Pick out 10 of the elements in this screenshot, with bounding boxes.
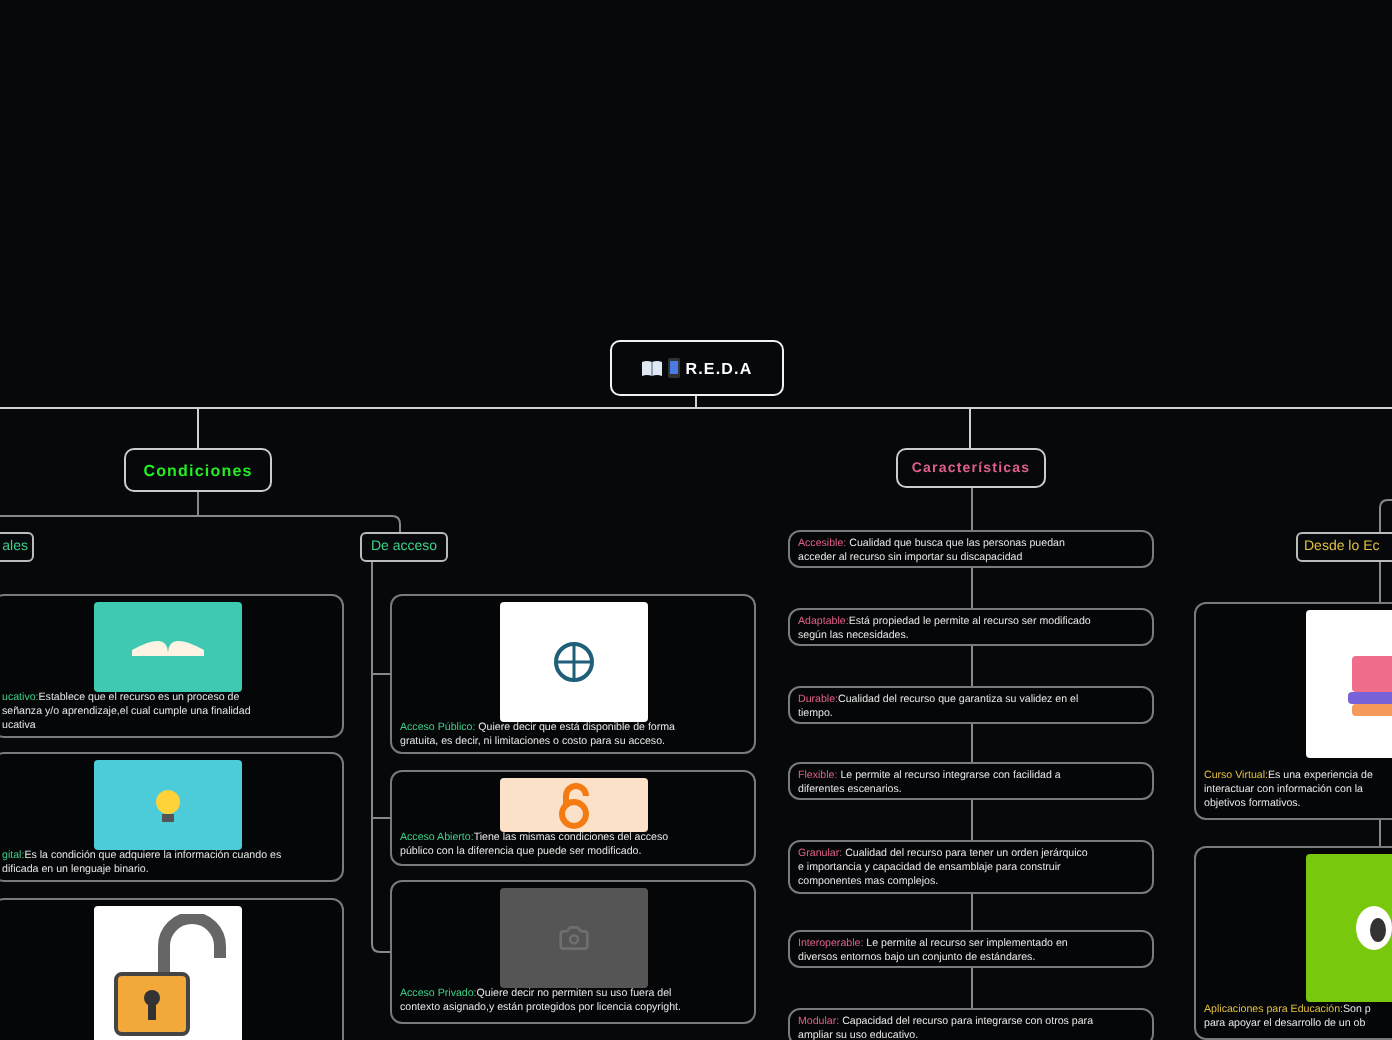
open-book-icon [132, 639, 204, 655]
padlock-drawing [108, 914, 228, 1038]
book-icon [641, 360, 662, 376]
branch-node[interactable]: Condiciones [124, 448, 272, 492]
root-node[interactable]: R.E.D.A [610, 340, 784, 396]
globe-icon [551, 640, 595, 684]
lightbulb-icon [154, 787, 182, 823]
open-lock-icon [553, 781, 593, 829]
camera-icon [557, 922, 589, 954]
phone-icon [667, 358, 680, 378]
